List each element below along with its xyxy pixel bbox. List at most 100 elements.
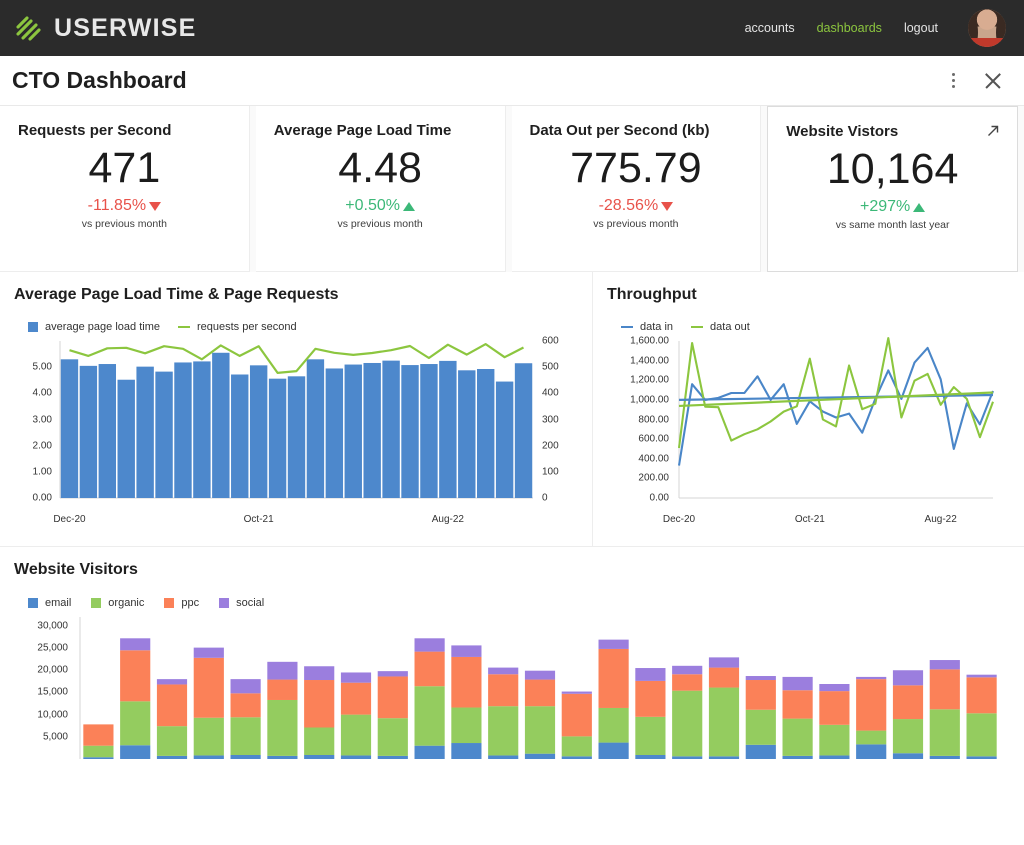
bar-segment: [561, 693, 592, 737]
axis-tick-label: 1,600.00: [630, 335, 669, 347]
bar: [458, 370, 476, 498]
kpi-card-website-visitors[interactable]: Website Vistors 10,164 +297% vs same mon…: [767, 106, 1018, 272]
chart-plot-area[interactable]: 0.00 1.00 2.00 3.00 4.00 5.00 0 100 200 300 400 500…: [14, 333, 578, 538]
bar-segment: [340, 682, 372, 715]
bar: [60, 359, 79, 498]
bar: [174, 362, 192, 498]
legend-item-organic[interactable]: organic: [91, 597, 144, 609]
bar-segment: [782, 755, 813, 759]
legend-swatch-icon: [219, 598, 230, 608]
kpi-card-data-out-per-second[interactable]: Data Out per Second (kb) 775.79 -28.56% …: [511, 106, 762, 272]
bar: [79, 365, 98, 498]
legend-item-requests-per-second[interactable]: requests per second: [177, 321, 297, 333]
legend-line-icon: [691, 325, 704, 329]
bar-segment: [156, 679, 188, 685]
bar: [287, 376, 306, 498]
chart-title: Website Visitors: [14, 561, 138, 578]
kpi-value: 471: [88, 144, 161, 192]
bar-segment: [120, 745, 151, 759]
legend-item-email[interactable]: email: [28, 597, 71, 609]
legend-item-data-out[interactable]: data out: [691, 321, 750, 333]
bar-segment: [193, 717, 224, 756]
axis-tick-label: 200: [542, 440, 559, 452]
bar: [495, 381, 514, 498]
brand-logo[interactable]: USERWISE: [14, 13, 197, 43]
bar-segment: [561, 736, 592, 757]
kpi-delta-text: -28.56%: [598, 197, 659, 215]
legend-item-average-page-load-time[interactable]: average page load time: [28, 321, 160, 333]
kpi-delta: +0.50%: [274, 197, 487, 215]
nav-item-logout[interactable]: logout: [904, 21, 938, 35]
nav-item-dashboards[interactable]: dashboards: [817, 21, 882, 35]
chart-title: Throughput: [607, 286, 697, 303]
legend-item-data-in[interactable]: data in: [621, 321, 673, 333]
kpi-card-average-page-load-time[interactable]: Average Page Load Time 4.48 +0.50% vs pr…: [255, 106, 506, 272]
bar-segment: [230, 693, 261, 718]
page-title: CTO Dashboard: [12, 67, 187, 93]
bar-segment: [414, 638, 445, 652]
bar-segment: [267, 679, 298, 700]
bar: [401, 365, 419, 498]
axis-tick-label: 300: [542, 414, 559, 425]
bar-segment: [304, 727, 335, 756]
bar-segment: [488, 667, 519, 675]
bar-segment: [708, 756, 740, 759]
bar: [249, 365, 268, 498]
bar-segment: [524, 679, 556, 707]
bar: [155, 371, 173, 498]
legend-line-icon: [621, 325, 633, 329]
axis-tick-label: 600: [542, 335, 559, 347]
arrow-down-icon: [149, 201, 162, 211]
bar: [439, 360, 457, 498]
axis-tick-label: 500: [542, 361, 559, 373]
panel-throughput: Throughput data in data out 0.00 200.00 40…: [593, 272, 1024, 546]
panel-website-visitors: Website Visitors email organic ppc socia…: [0, 547, 1024, 759]
legend-item-social[interactable]: social: [219, 597, 264, 609]
main-nav: accounts dashboards logout: [745, 9, 1006, 47]
bar-segment: [193, 755, 224, 759]
close-icon[interactable]: [982, 70, 1004, 92]
arrow-down-icon: [661, 201, 674, 211]
legend-item-ppc[interactable]: ppc: [164, 597, 199, 609]
bar-segment: [929, 709, 960, 756]
bar-segment: [892, 753, 924, 759]
bar-segment: [193, 657, 224, 718]
chart-plot-area[interactable]: 0.00 200.00 400.00 600.00 800.00 1,000.00 1,20…: [607, 333, 1010, 538]
legend-label: organic: [108, 597, 145, 609]
nav-item-accounts[interactable]: accounts: [745, 21, 795, 35]
axis-tick-label: 2.00: [32, 440, 52, 452]
bar-segment: [672, 665, 703, 675]
axis-tick-label: 400: [542, 387, 559, 399]
kpi-row: Requests per Second 471 -11.85% vs previ…: [0, 106, 1024, 272]
bar-segment: [230, 717, 261, 756]
bar-segment: [156, 726, 188, 756]
bar-segment: [635, 755, 666, 759]
axis-tick-label: Aug-22: [924, 514, 957, 525]
bar-segment: [230, 755, 261, 759]
more-options-icon[interactable]: [944, 71, 962, 91]
avatar[interactable]: [968, 9, 1006, 47]
bar-segment: [304, 755, 335, 759]
bar-segment: [304, 666, 335, 681]
legend-label: data in: [640, 321, 674, 333]
bar-segment: [819, 724, 850, 756]
axis-tick-label: 25,000: [37, 642, 68, 654]
bar-segment: [966, 713, 997, 757]
axis-tick-label: 200.00: [638, 472, 669, 484]
bar: [420, 364, 438, 498]
panel-page-load-requests: Average Page Load Time & Page Requests a…: [0, 272, 593, 546]
brand-name: USERWISE: [54, 13, 197, 42]
kpi-value: 10,164: [826, 145, 959, 193]
legend-label: average page load time: [45, 321, 160, 333]
bar-segment: [929, 669, 960, 710]
bar-segment: [782, 676, 813, 691]
chart-plot-area[interactable]: 5,000 10,000 15,000 20,000 25,000 30,000: [14, 609, 1010, 759]
bar: [363, 362, 381, 498]
bar-segment: [892, 719, 924, 754]
legend-label: social: [236, 597, 265, 609]
bar-segment: [120, 701, 151, 746]
expand-arrow-icon[interactable]: [985, 123, 1001, 139]
kpi-card-requests-per-second[interactable]: Requests per Second 471 -11.85% vs previ…: [0, 106, 250, 272]
bar-segment: [156, 684, 188, 727]
line-series: [677, 346, 994, 466]
